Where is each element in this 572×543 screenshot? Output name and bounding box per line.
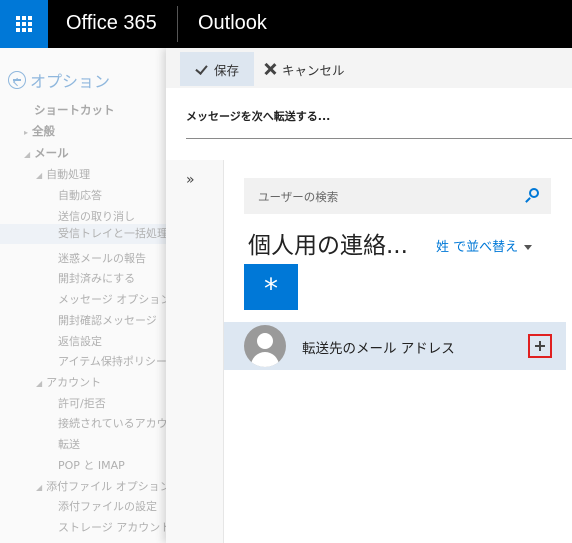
- forward-to-field[interactable]: [186, 138, 572, 139]
- nav-item-storage-accounts[interactable]: ストレージ アカウント: [58, 519, 171, 535]
- nav-item-forwarding[interactable]: 転送: [58, 436, 80, 452]
- expand-chevron-icon[interactable]: »: [186, 172, 195, 188]
- search-placeholder: ユーザーの検索: [258, 190, 339, 204]
- collapse-icon: ◢: [36, 379, 43, 388]
- nav-item-inbox-rules[interactable]: 受信トレイと一括処理ル: [0, 224, 179, 244]
- sort-dropdown[interactable]: 姓 で並べ替え: [436, 236, 533, 255]
- close-icon: [264, 63, 276, 75]
- nav-item-accounts[interactable]: ◢ アカウント: [36, 374, 101, 390]
- forward-to-label: メッセージを次へ転送する...: [186, 110, 331, 123]
- brand-name[interactable]: Office 365: [66, 12, 157, 35]
- collapse-icon: ◢: [24, 150, 31, 159]
- forward-panel: 保存 キャンセル メッセージを次へ転送する... » ユーザーの検索 個人用の連…: [166, 48, 572, 543]
- nav-item-mail[interactable]: ◢ メール: [24, 145, 69, 161]
- cancel-button[interactable]: キャンセル: [264, 52, 345, 86]
- top-bar: Office 365 Outlook: [0, 0, 572, 48]
- options-title: オプション: [30, 72, 111, 91]
- header-divider: [177, 6, 178, 42]
- back-arrow-icon: [8, 71, 26, 89]
- collapse-icon: ◢: [36, 171, 43, 180]
- nav-item-attachment-options[interactable]: ◢ 添付ファイル オプション: [36, 478, 171, 494]
- nav-item-message-options[interactable]: メッセージ オプション: [58, 291, 171, 307]
- options-back-link[interactable]: オプション: [8, 68, 110, 92]
- checkmark-icon: [196, 63, 208, 75]
- picker-collapse-strip: »: [166, 160, 224, 543]
- nav-item-junk-report[interactable]: 迷惑メールの報告: [58, 250, 146, 266]
- sort-label: 姓 で並べ替え: [436, 240, 519, 255]
- nav-item-undo-send[interactable]: 送信の取り消し: [58, 208, 135, 224]
- search-icon[interactable]: [525, 188, 539, 203]
- nav-item-general[interactable]: ▸ 全般: [24, 123, 55, 139]
- nav-item-retention-policy[interactable]: アイテム保持ポリシー: [58, 353, 167, 369]
- save-label: 保存: [214, 62, 240, 78]
- nav-item-read-receipts[interactable]: 開封確認メッセージ: [58, 312, 157, 328]
- contact-list-item[interactable]: 転送先のメール アドレス: [224, 322, 566, 370]
- add-contact-button[interactable]: [528, 334, 552, 358]
- nav-item-pop-imap[interactable]: POP と IMAP: [58, 457, 125, 473]
- contact-name: 転送先のメール アドレス: [302, 341, 455, 357]
- expand-icon: ▸: [24, 128, 29, 137]
- avatar: [244, 325, 286, 367]
- cancel-label: キャンセル: [282, 62, 345, 78]
- nav-item-reply-settings[interactable]: 返信設定: [58, 333, 102, 349]
- app-name[interactable]: Outlook: [198, 12, 267, 35]
- command-bar: 保存 キャンセル: [166, 48, 572, 88]
- nav-item-attachment-settings[interactable]: 添付ファイルの設定: [58, 498, 157, 514]
- nav-item-mark-as-read[interactable]: 開封済みにする: [58, 270, 135, 286]
- nav-item-automatic-processing[interactable]: ◢ 自動処理: [36, 166, 90, 182]
- people-picker: » ユーザーの検索 個人用の連絡... 姓 で並べ替え * 転送先のメール アド…: [166, 160, 572, 543]
- save-button[interactable]: 保存: [180, 52, 254, 86]
- contacts-group-title[interactable]: 個人用の連絡...: [248, 226, 408, 260]
- chevron-down-icon: [524, 245, 533, 250]
- collapse-icon: ◢: [36, 483, 43, 492]
- people-search-input[interactable]: ユーザーの検索: [244, 178, 551, 214]
- nav-item-block-allow[interactable]: 許可/拒否: [58, 395, 106, 411]
- app-launcher-icon[interactable]: [0, 0, 48, 48]
- all-contacts-tile[interactable]: *: [244, 264, 298, 310]
- nav-item-auto-reply[interactable]: 自動応答: [58, 187, 102, 203]
- nav-item-shortcuts[interactable]: ショートカット: [34, 102, 115, 118]
